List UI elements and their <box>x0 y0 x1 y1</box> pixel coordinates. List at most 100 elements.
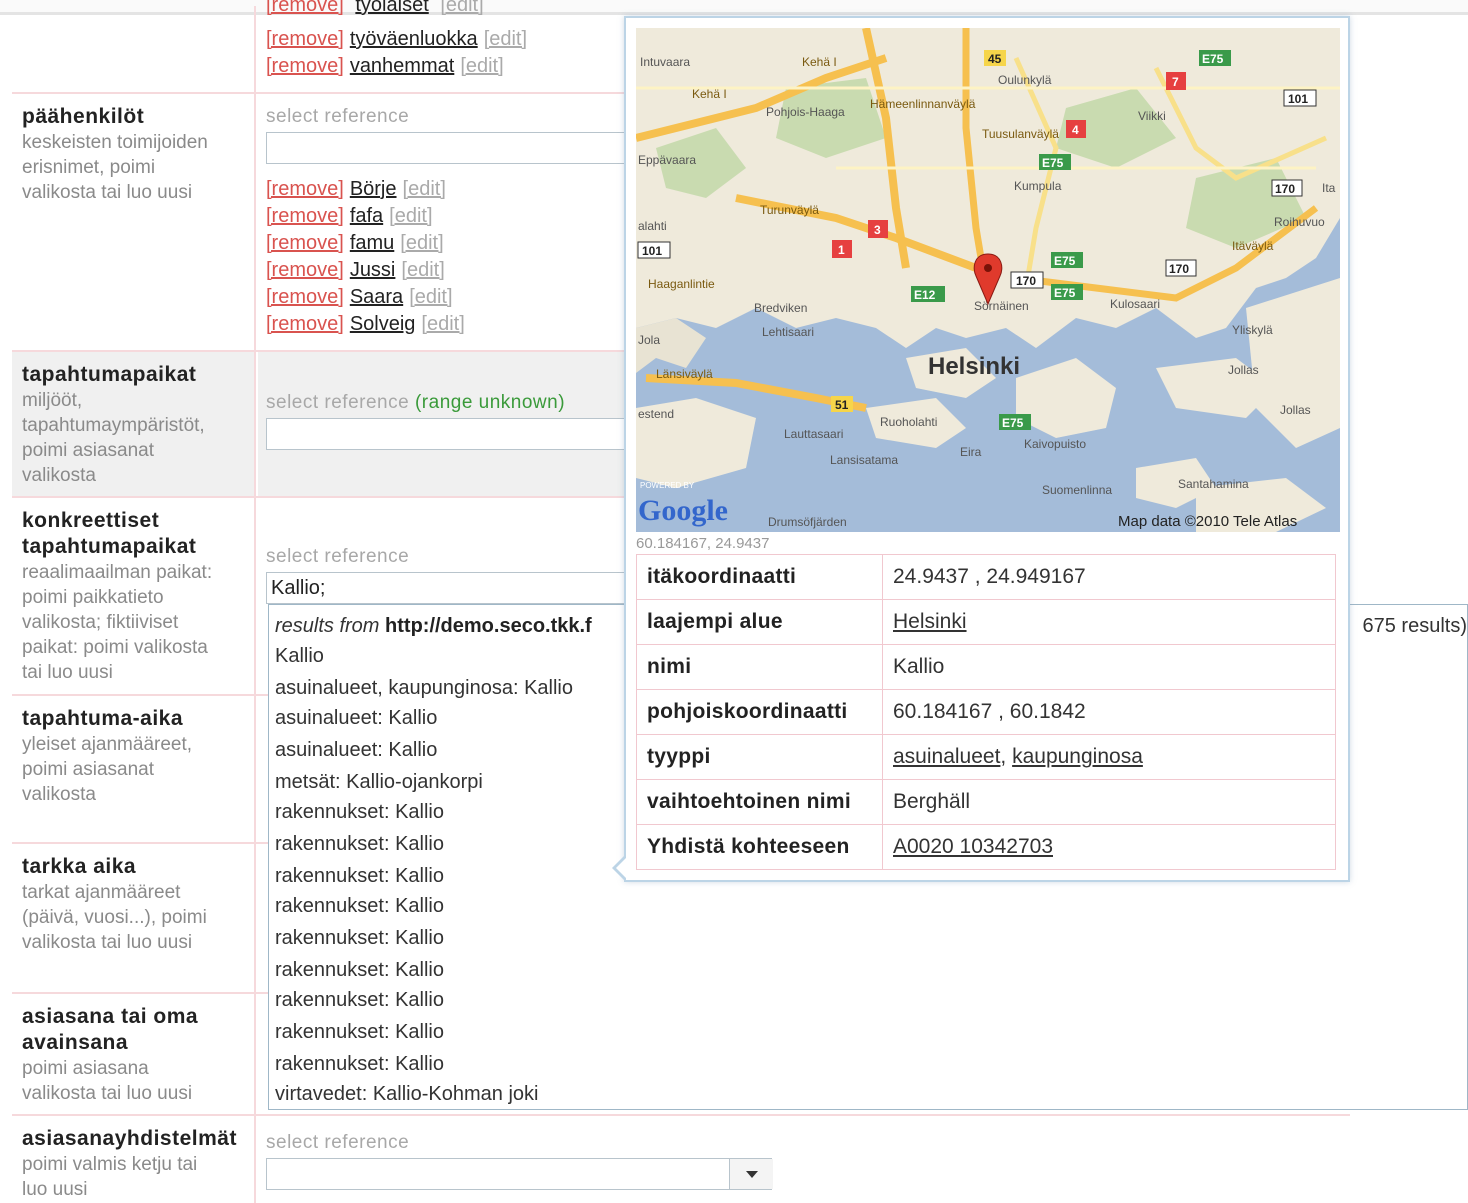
ref-item: [remove] Börje [edit] <box>266 176 446 203</box>
dropdown-option[interactable]: virtavedet: Kallio-Kohman joki <box>275 1083 538 1106</box>
remove-link[interactable]: [remove] <box>266 259 344 281</box>
ref-name[interactable]: fafa <box>350 205 383 227</box>
combination-select[interactable] <box>266 1158 773 1190</box>
remove-link[interactable]: [remove] <box>266 178 344 200</box>
property-key: laajempi alue <box>636 599 883 645</box>
dropdown-option[interactable]: asuinalueet: Kallio <box>275 739 437 762</box>
svg-text:E75: E75 <box>1054 286 1076 300</box>
ref-name[interactable]: vanhemmat <box>350 55 455 77</box>
svg-text:170: 170 <box>1016 274 1036 288</box>
field-title: tapahtuma-aika <box>22 707 184 730</box>
dropdown-option[interactable]: rakennukset: Kallio <box>275 927 444 950</box>
ref-item: [remove] fafa [edit] <box>266 203 433 230</box>
range-unknown: (range unknown) <box>414 392 566 413</box>
dropdown-option[interactable]: Kallio <box>275 645 324 668</box>
edit-link[interactable]: [edit] <box>440 0 483 16</box>
field-desc: poimi valmis ketju tai <box>22 1154 198 1175</box>
svg-text:Yliskylä: Yliskylä <box>1232 323 1273 337</box>
ref-name[interactable]: työväenluokka <box>350 28 478 50</box>
edit-link[interactable]: [edit] <box>460 55 503 77</box>
select-reference-label: select reference <box>266 1132 410 1153</box>
dropdown-option[interactable]: rakennukset: Kallio <box>275 959 444 982</box>
field-title: tapahtumapaikat <box>22 363 197 386</box>
svg-text:1: 1 <box>838 243 845 257</box>
dropdown-option[interactable]: metsät: Kallio-ojankorpi <box>275 771 483 794</box>
remove-link[interactable]: [remove] <box>266 0 344 16</box>
edit-link[interactable]: [edit] <box>421 313 464 335</box>
svg-text:E75: E75 <box>1042 156 1064 170</box>
property-value: Kallio <box>882 644 1336 690</box>
svg-text:Tuusulanväylä: Tuusulanväylä <box>982 127 1059 141</box>
field-title: asiasana tai oma <box>22 1005 199 1028</box>
dropdown-option[interactable]: asuinalueet, kaupunginosa: Kallio <box>275 677 573 700</box>
svg-text:Ita: Ita <box>1322 181 1336 195</box>
table-row: Yhdistä kohteeseen A0020 10342703 <box>636 824 1336 870</box>
edit-link[interactable]: [edit] <box>401 259 444 281</box>
property-link[interactable]: kaupunginosa <box>1012 745 1143 768</box>
property-value: A0020 10342703 <box>882 824 1336 870</box>
ref-item: [remove] työväenluokka [edit] <box>266 26 527 53</box>
ref-name[interactable]: työläiset <box>355 0 428 16</box>
field-desc: tapahtumaympäristöt, <box>22 415 205 436</box>
remove-link[interactable]: [remove] <box>266 313 344 335</box>
field-desc: yleiset ajanmääreet, <box>22 734 193 755</box>
ref-name[interactable]: famu <box>350 232 394 254</box>
select-reference-label: select reference <box>266 546 410 567</box>
edit-link[interactable]: [edit] <box>403 178 446 200</box>
dropdown-option[interactable]: rakennukset: Kallio <box>275 1053 444 1076</box>
results-source: results from http://demo.seco.tkk.f <box>275 615 592 637</box>
label-cell: asiasanayhdistelmät poimi valmis ketju t… <box>12 1116 256 1203</box>
svg-text:Drumsöfjärden: Drumsöfjärden <box>768 515 847 529</box>
remove-link[interactable]: [remove] <box>266 205 344 227</box>
field-desc: (päivä, vuosi...), poimi <box>22 907 207 928</box>
property-key: pohjoiskoordinaatti <box>636 689 883 735</box>
svg-text:Kehä I: Kehä I <box>802 55 837 69</box>
dropdown-option[interactable]: rakennukset: Kallio <box>275 1021 444 1044</box>
edit-link[interactable]: [edit] <box>389 205 432 227</box>
svg-text:E12: E12 <box>914 288 936 302</box>
property-value: Berghäll <box>882 779 1336 825</box>
svg-text:Lauttasaari: Lauttasaari <box>784 427 843 441</box>
ref-name[interactable]: Solveig <box>350 313 416 335</box>
svg-text:Lehtisaari: Lehtisaari <box>762 325 814 339</box>
field-title: avainsana <box>22 1031 129 1054</box>
property-link[interactable]: A0020 10342703 <box>893 835 1053 858</box>
dropdown-option[interactable]: rakennukset: Kallio <box>275 801 444 824</box>
field-title: päähenkilöt <box>22 105 145 128</box>
dropdown-option[interactable]: rakennukset: Kallio <box>275 895 444 918</box>
property-link[interactable]: Helsinki <box>893 610 967 633</box>
map[interactable]: 45 E75 101 7 4 E75 170 3 1 101 E75 170 1… <box>636 28 1340 532</box>
dropdown-option[interactable]: rakennukset: Kallio <box>275 833 444 856</box>
coordinates-readout: 60.184167, 24.9437 <box>636 535 770 552</box>
remove-link[interactable]: [remove] <box>266 232 344 254</box>
field-desc: miljööt, <box>22 390 83 411</box>
field-desc: tai luo uusi <box>22 662 113 683</box>
edit-link[interactable]: [edit] <box>400 232 443 254</box>
svg-text:Bredviken: Bredviken <box>754 301 807 315</box>
ref-item: [remove] vanhemmat [edit] <box>266 53 504 80</box>
remove-link[interactable]: [remove] <box>266 28 344 50</box>
chevron-down-icon[interactable] <box>729 1159 773 1189</box>
field-desc: keskeisten toimijoiden <box>22 132 208 153</box>
ref-name[interactable]: Saara <box>350 286 403 308</box>
label-cell: tapahtuma-aika yleiset ajanmääreet, poim… <box>12 696 256 844</box>
edit-link[interactable]: [edit] <box>409 286 452 308</box>
svg-text:7: 7 <box>1172 75 1179 89</box>
svg-text:POWERED BY: POWERED BY <box>640 481 695 490</box>
svg-text:Jollas: Jollas <box>1228 363 1259 377</box>
ref-item: [remove] Jussi [edit] <box>266 257 445 284</box>
remove-link[interactable]: [remove] <box>266 286 344 308</box>
svg-text:estend: estend <box>638 407 674 421</box>
remove-link[interactable]: [remove] <box>266 55 344 77</box>
svg-text:Suomenlinna: Suomenlinna <box>1042 483 1112 497</box>
svg-text:Jollas: Jollas <box>1280 403 1311 417</box>
field-desc: valikosta tai luo uusi <box>22 1083 193 1104</box>
property-link[interactable]: asuinalueet <box>893 745 1000 768</box>
dropdown-option[interactable]: rakennukset: Kallio <box>275 865 444 888</box>
dropdown-option[interactable]: rakennukset: Kallio <box>275 989 444 1012</box>
svg-text:Jola: Jola <box>638 333 660 347</box>
ref-name[interactable]: Jussi <box>350 259 396 281</box>
ref-name[interactable]: Börje <box>350 178 397 200</box>
edit-link[interactable]: [edit] <box>484 28 527 50</box>
dropdown-option[interactable]: asuinalueet: Kallio <box>275 707 437 730</box>
